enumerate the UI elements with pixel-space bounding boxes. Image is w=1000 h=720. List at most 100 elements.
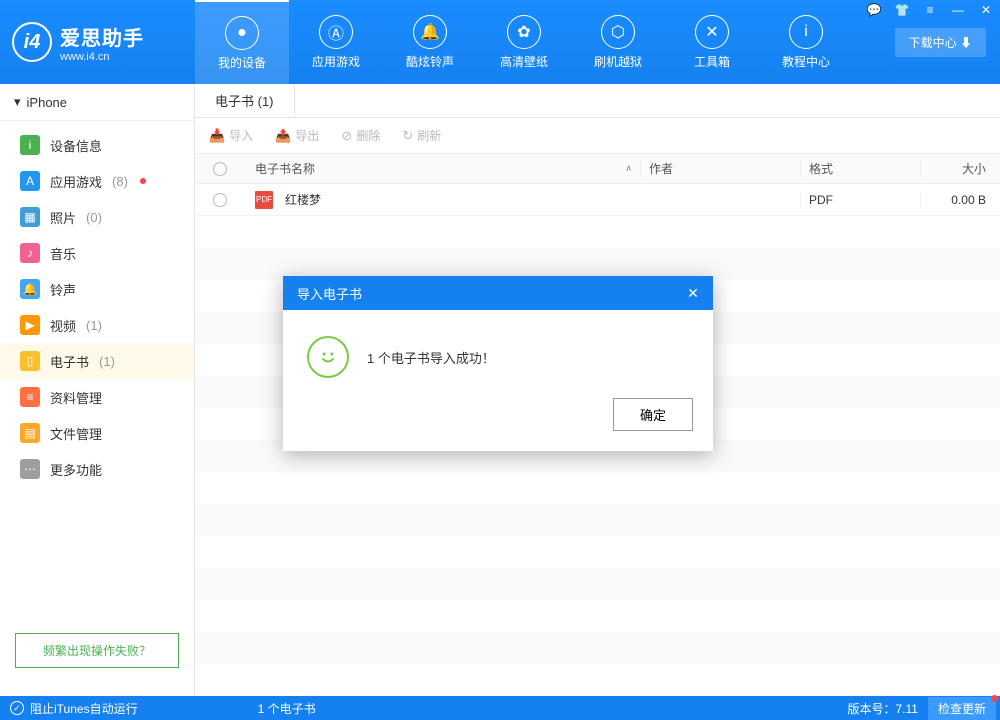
nav-tab-bell[interactable]: 🔔 酷炫铃声 [383,0,477,84]
sidebar-count: (1) [86,318,102,333]
sort-asc-icon: ∧ [625,163,632,174]
tool-icon: ✕ [695,15,729,49]
row-size: 0.00 B [920,193,1000,207]
row-name: 红楼梦 [285,191,321,208]
nav-label: 高清壁纸 [500,53,548,70]
table-header: 电子书名称∧ 作者 格式 大小 [195,154,1000,184]
export-button[interactable]: 📤导出 [275,127,319,144]
sidebar-item-设备信息[interactable]: i设备信息 [0,127,194,163]
sidebar-label: 资料管理 [50,388,102,407]
sidebar-icon: ♪ [20,243,40,263]
sidebar-item-更多功能[interactable]: ⋯ 更多功能 [0,451,194,487]
column-name[interactable]: 电子书名称∧ [245,160,640,177]
sidebar-label: 更多功能 [50,460,102,479]
table-row[interactable]: PDF红楼梦PDF0.00 B [195,184,1000,216]
shirt-icon[interactable]: 👕 [888,0,916,20]
sidebar-icon: A [20,171,40,191]
nav-tab-apple[interactable]: ● 我的设备 [195,0,289,84]
sidebar-item-资料管理[interactable]: ≡ 资料管理 [0,379,194,415]
nav-label: 工具箱 [694,53,730,70]
bell-icon: 🔔 [413,15,447,49]
apple-icon: ● [225,16,259,50]
sidebar-icon: ⋯ [20,459,40,479]
app-icon: Ⓐ [319,15,353,49]
sidebar-item-电子书[interactable]: ▯ 电子书 (1) [0,343,194,379]
check-update-button[interactable]: 检查更新 [928,697,996,720]
column-size[interactable]: 大小 [920,160,1000,177]
delete-button[interactable]: ⊘删除 [341,127,380,144]
pdf-icon: PDF [255,191,273,209]
nav-tab-flower[interactable]: ✿ 高清壁纸 [477,0,571,84]
nav-label: 我的设备 [218,54,266,71]
statusbar: ✓ 阻止iTunes自动运行 1 个电子书 版本号：7.11 检查更新 [0,696,1000,720]
sidebar-count: (0) [86,210,102,225]
sidebar-icon: 🔔 [20,279,40,299]
update-badge-icon [991,695,998,702]
nav-label: 教程中心 [782,53,830,70]
import-icon: 📥 [209,128,225,144]
dialog-close-button[interactable]: ✕ [683,283,703,303]
dialog-title: 导入电子书 [297,284,362,303]
box-icon: ⬡ [601,15,635,49]
sidebar-label: 文件管理 [50,424,102,443]
import-button[interactable]: 📥导入 [209,127,253,144]
sidebar-icon: ▯ [20,351,40,371]
sidebar-label: 视频 [50,316,76,335]
dialog-message: 1 个电子书导入成功！ [367,348,495,367]
column-author[interactable]: 作者 [640,160,800,177]
itunes-block-toggle[interactable]: 阻止iTunes自动运行 [30,700,138,717]
import-dialog: 导入电子书 ✕ 1 个电子书导入成功！ 确定 [283,276,713,451]
download-center-button[interactable]: 下载中心 ⬇ [895,28,986,57]
sidebar-label: 照片 [50,208,76,227]
sidebar-item-视频[interactable]: ▶ 视频 (1) [0,307,194,343]
sidebar-label: 设备信息 [50,136,102,155]
sidebar-icon: ≡ [20,387,40,407]
sidebar-count: (1) [99,354,115,369]
sidebar-label: 电子书 [50,352,89,371]
close-button[interactable]: ✕ [972,0,1000,20]
flower-icon: ✿ [507,15,541,49]
refresh-button[interactable]: ↻刷新 [402,127,441,144]
column-format[interactable]: 格式 [800,160,920,177]
check-icon: ✓ [10,701,24,715]
sidebar-label: 应用游戏 [50,172,102,191]
chevron-down-icon: ▾ [14,94,21,110]
info-icon: i [789,15,823,49]
nav-tab-tool[interactable]: ✕ 工具箱 [665,0,759,84]
version-label: 版本号：7.11 [848,700,918,717]
window-controls: 💬 👕 ≡ — ✕ [860,0,1000,20]
device-header[interactable]: ▾ iPhone [0,84,194,121]
minimize-button[interactable]: — [944,0,972,20]
device-name: iPhone [27,95,67,110]
sidebar-item-文件管理[interactable]: ▤ 文件管理 [0,415,194,451]
status-count: 1 个电子书 [258,700,316,717]
sidebar: ▾ iPhone i设备信息A应用游戏(8)▦照片(0)♪音乐🔔铃声▶视频(1)… [0,84,195,696]
logo-area: i4 爱思助手 www.i4.cn [0,0,195,84]
nav-tab-box[interactable]: ⬡刷机越狱 [571,0,665,84]
row-checkbox[interactable] [213,193,227,207]
sidebar-icon: ▶ [20,315,40,335]
menu-icon[interactable]: ≡ [916,0,944,20]
sidebar-item-照片[interactable]: ▦ 照片 (0) [0,199,194,235]
tab-strip: 电子书 (1) [195,84,1000,118]
toolbar: 📥导入 📤导出 ⊘删除 ↻刷新 [195,118,1000,154]
sidebar-icon: ▦ [20,207,40,227]
sidebar-label: 音乐 [50,244,76,263]
nav-tab-info[interactable]: i 教程中心 [759,0,853,84]
row-format: PDF [800,193,920,207]
sidebar-item-音乐[interactable]: ♪ 音乐 [0,235,194,271]
tab-ebooks[interactable]: 电子书 (1) [195,84,295,117]
select-all-checkbox[interactable] [213,162,227,176]
nav-tab-app[interactable]: Ⓐ 应用游戏 [289,0,383,84]
refresh-icon: ↻ [402,128,413,144]
dialog-header: 导入电子书 ✕ [283,276,713,310]
nav-label: 酷炫铃声 [406,53,454,70]
chat-icon[interactable]: 💬 [860,0,888,20]
sidebar-label: 铃声 [50,280,76,299]
sidebar-icon: ▤ [20,423,40,443]
sidebar-item-应用游戏[interactable]: A应用游戏(8) [0,163,194,199]
sidebar-item-铃声[interactable]: 🔔 铃声 [0,271,194,307]
nav-label: 应用游戏 [312,53,360,70]
troubleshoot-link[interactable]: 频繁出现操作失败？ [15,633,179,668]
ok-button[interactable]: 确定 [613,398,693,431]
